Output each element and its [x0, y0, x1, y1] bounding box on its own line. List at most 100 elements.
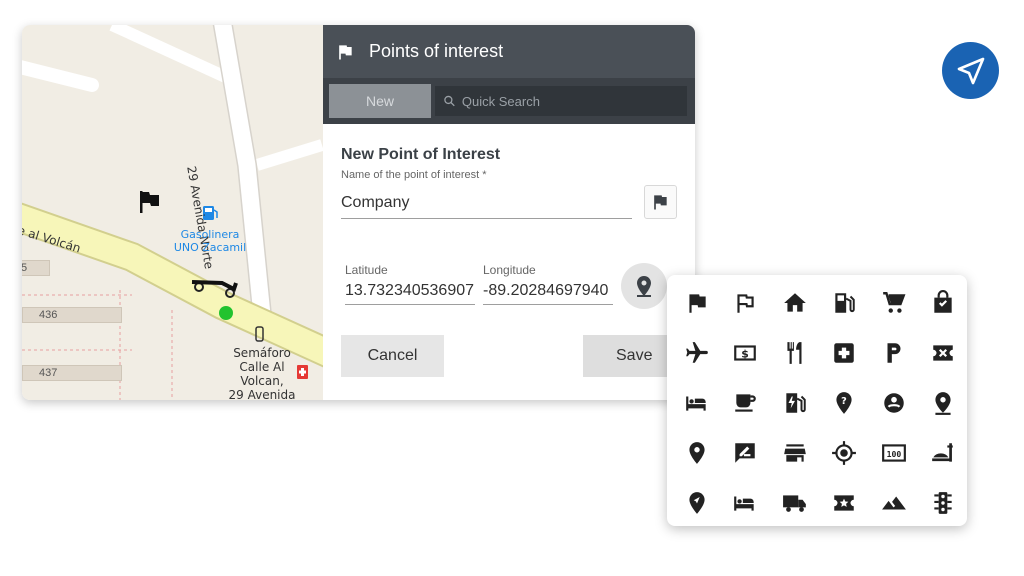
- latitude-field: Latitude: [345, 263, 475, 305]
- palette-item-room-service[interactable]: [923, 433, 963, 473]
- palette-item-restaurant[interactable]: [775, 333, 815, 373]
- parking-icon: [887, 343, 901, 363]
- palette-item-ticket[interactable]: [923, 333, 963, 373]
- ticket-icon: [933, 345, 953, 361]
- palette-item-ev-station[interactable]: [775, 383, 815, 423]
- palette-item-location-pin[interactable]: [677, 433, 717, 473]
- pick-location-button[interactable]: [621, 263, 667, 309]
- panel-header: Points of interest: [323, 25, 695, 78]
- hospital-icon: [834, 343, 854, 363]
- junction-line2: Calle Al: [239, 360, 285, 374]
- home-icon: [784, 293, 806, 312]
- name-field-label: Name of the point of interest *: [341, 169, 487, 181]
- palette-item-store[interactable]: [775, 433, 815, 473]
- restaurant-icon: [787, 342, 802, 364]
- palette-item-person-pin[interactable]: [874, 383, 914, 423]
- palette-item-airplane[interactable]: [677, 333, 717, 373]
- palette-item-local-play[interactable]: [824, 483, 864, 523]
- palette-item-hospital[interactable]: [824, 333, 864, 373]
- shopping-bag-icon: [934, 290, 952, 313]
- truck-icon: [783, 495, 806, 512]
- poi-panel: Points of interest New New Point of Inte…: [323, 25, 695, 400]
- latitude-input[interactable]: [345, 277, 475, 305]
- palette-item-truck[interactable]: [775, 483, 815, 523]
- cancel-button[interactable]: Cancel: [341, 335, 444, 377]
- person-pin-icon: [884, 393, 904, 413]
- poi-label-line1: Gasolinera: [180, 228, 240, 241]
- junction-line4: 29 Avenida: [228, 388, 296, 400]
- location-pin-icon: [637, 276, 651, 297]
- lot-label-436: 436: [22, 307, 122, 323]
- poi-label-line2: UNO Zacamil: [173, 241, 247, 254]
- palette-item-home[interactable]: [775, 283, 815, 323]
- shopping-cart-icon: [883, 292, 906, 313]
- hotel-icon: [686, 396, 706, 411]
- lot-label-5: 5: [22, 260, 50, 276]
- svg-text:$: $: [741, 347, 749, 360]
- palette-item-parking[interactable]: [874, 333, 914, 373]
- palette-item-terrain[interactable]: [874, 483, 914, 523]
- coffee-icon: [735, 394, 756, 412]
- palette-item-navigation-pin[interactable]: [677, 483, 717, 523]
- flag-icon: [654, 195, 668, 210]
- palette-item-traffic-light[interactable]: [923, 483, 963, 523]
- junction-label: Semáforo Calle Al Volcan, 29 Avenida: [222, 346, 302, 400]
- longitude-field: Longitude: [483, 263, 613, 305]
- search-icon: [444, 95, 455, 107]
- poi-label-gasolinera: Gasolinera UNO Zacamil: [170, 228, 250, 254]
- flag-outline-icon: [737, 294, 754, 313]
- palette-item-gas-station[interactable]: [824, 283, 864, 323]
- navigation-pin-icon: [689, 492, 705, 514]
- palette-item-rate-review[interactable]: [725, 433, 765, 473]
- ev-station-icon: [786, 393, 806, 413]
- icon-picker-button[interactable]: [643, 185, 677, 219]
- junction-line3: Volcan,: [240, 374, 284, 388]
- local-play-icon: [834, 495, 854, 511]
- longitude-input[interactable]: [483, 277, 613, 305]
- store-icon: [784, 444, 806, 462]
- panel-toolbar: New: [323, 78, 695, 124]
- panel-title: Points of interest: [369, 41, 504, 61]
- navigation-badge[interactable]: [942, 42, 999, 99]
- room-service-icon: [932, 443, 953, 462]
- palette-item-place-outline[interactable]: [923, 383, 963, 423]
- palette-item-speed-counter[interactable]: 100: [874, 433, 914, 473]
- poi-form: New Point of Interest Name of the point …: [323, 124, 695, 219]
- traffic-light-icon: [934, 492, 952, 514]
- palette-item-shopping-cart[interactable]: [874, 283, 914, 323]
- map-flag-marker-icon[interactable]: [140, 191, 159, 213]
- lot-label-437: 437: [22, 365, 122, 381]
- location-pin-icon: [689, 442, 705, 464]
- flag-icon: [339, 44, 352, 59]
- name-row: [341, 185, 677, 219]
- map-view[interactable]: 29 Avenida Norte e al Volcán Gasolinera …: [22, 25, 323, 400]
- junction-line1: Semáforo: [233, 346, 291, 360]
- palette-item-flag-outline[interactable]: [725, 283, 765, 323]
- bed-icon: [734, 496, 754, 511]
- poi-name-input[interactable]: [341, 188, 632, 219]
- quick-search[interactable]: [435, 86, 687, 116]
- form-title: New Point of Interest: [341, 146, 501, 163]
- palette-item-flag[interactable]: [677, 283, 717, 323]
- palette-item-shopping-bag[interactable]: [923, 283, 963, 323]
- airplane-icon: [686, 342, 708, 363]
- palette-item-help-pin[interactable]: ?: [824, 383, 864, 423]
- screenshot-stage: 29 Avenida Norte e al Volcán Gasolinera …: [0, 0, 1024, 576]
- place-outline-icon: [935, 392, 951, 415]
- search-input[interactable]: [461, 93, 687, 109]
- new-button[interactable]: New: [329, 84, 431, 118]
- flag-icon: [689, 294, 706, 313]
- navigation-arrow-icon: [957, 57, 984, 84]
- latitude-label: Latitude: [345, 263, 388, 277]
- vehicle-position-dot[interactable]: [219, 306, 233, 320]
- help-pin-icon: ?: [836, 392, 852, 414]
- palette-item-crosshair[interactable]: [824, 433, 864, 473]
- money-icon: $: [734, 345, 756, 361]
- gas-station-icon: [835, 293, 855, 313]
- palette-item-hotel[interactable]: [677, 383, 717, 423]
- rate-review-icon: [735, 443, 755, 463]
- palette-item-coffee[interactable]: [725, 383, 765, 423]
- palette-item-bed[interactable]: [725, 483, 765, 523]
- palette-item-money[interactable]: $: [725, 333, 765, 373]
- svg-text:?: ?: [841, 396, 847, 407]
